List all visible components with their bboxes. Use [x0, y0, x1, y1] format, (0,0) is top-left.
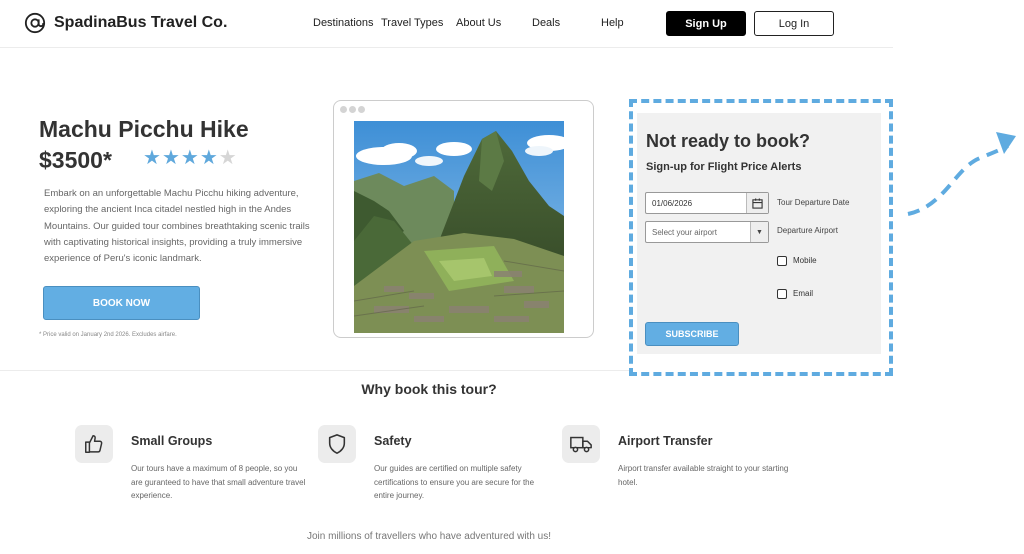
nav-about-us[interactable]: About Us	[456, 17, 501, 29]
feature-title-safety: Safety	[374, 434, 412, 448]
chevron-down-icon[interactable]: ▼	[750, 222, 768, 242]
departure-airport-select[interactable]: Select your airport ▼	[645, 221, 769, 243]
star-rating: ★ ★ ★ ★ ★	[143, 148, 237, 168]
feature-title-airport-transfer: Airport Transfer	[618, 434, 713, 448]
nav-travel-types[interactable]: Travel Types	[381, 17, 443, 29]
departure-date-value: 01/06/2026	[652, 198, 693, 208]
section-divider	[0, 370, 629, 371]
tour-title: Machu Picchu Hike	[39, 116, 249, 142]
at-sign-icon	[24, 12, 46, 34]
feature-text-airport-transfer: Airport transfer available straight to y…	[618, 464, 789, 487]
nav-help[interactable]: Help	[601, 17, 624, 29]
departure-airport-label: Departure Airport	[777, 226, 838, 235]
signup-subtitle: Sign-up for Flight Price Alerts	[646, 161, 802, 173]
top-navigation: SpadinaBus Travel Co. Destinations Trave…	[0, 0, 893, 48]
tour-description: Embark on an unforgettable Machu Picchu …	[44, 188, 310, 265]
machu-picchu-photo	[354, 121, 564, 333]
brand-logo[interactable]: SpadinaBus Travel Co.	[24, 12, 227, 34]
price-note: * Price valid on January 2nd 2026. Exclu…	[39, 332, 177, 338]
feature-text-safety: Our guides are certified on multiple saf…	[374, 464, 535, 500]
email-checkbox[interactable]	[777, 289, 787, 299]
shield-icon	[318, 425, 356, 463]
calendar-icon[interactable]	[746, 193, 768, 213]
footer-tagline: Join millions of travellers who have adv…	[306, 531, 551, 542]
tour-price: $3500*	[39, 147, 112, 173]
sign-up-button[interactable]: Sign Up	[666, 11, 746, 36]
dashed-arrow-icon	[907, 132, 1016, 216]
airport-placeholder: Select your airport	[652, 227, 717, 237]
subscribe-button[interactable]: SUBSCRIBE	[645, 322, 739, 346]
mobile-label: Mobile	[793, 256, 817, 265]
nav-destinations[interactable]: Destinations	[313, 17, 374, 29]
star-icon: ★	[161, 147, 180, 169]
signup-title: Not ready to book?	[646, 131, 811, 151]
departure-date-label: Tour Departure Date	[777, 198, 850, 207]
tour-image-card	[333, 100, 594, 338]
star-icon: ★	[143, 147, 161, 169]
brand-name: SpadinaBus Travel Co.	[54, 14, 228, 31]
nav-deals[interactable]: Deals	[532, 17, 560, 29]
truck-icon	[562, 425, 600, 463]
star-icon: ★	[199, 147, 218, 169]
star-icon: ★	[218, 147, 237, 169]
window-dots	[340, 106, 365, 113]
log-in-button[interactable]: Log In	[754, 11, 834, 36]
email-label: Email	[793, 289, 814, 298]
star-icon: ★	[180, 147, 199, 169]
feature-text-small-groups: Our tours have a maximum of 8 people, so…	[131, 464, 306, 500]
book-now-button[interactable]: BOOK NOW	[43, 286, 200, 320]
departure-date-input[interactable]: 01/06/2026	[645, 192, 769, 214]
feature-title-small-groups: Small Groups	[131, 434, 213, 448]
mobile-checkbox[interactable]	[777, 256, 787, 266]
why-book-title: Why book this tour?	[361, 381, 497, 397]
thumbs-up-icon	[75, 425, 113, 463]
